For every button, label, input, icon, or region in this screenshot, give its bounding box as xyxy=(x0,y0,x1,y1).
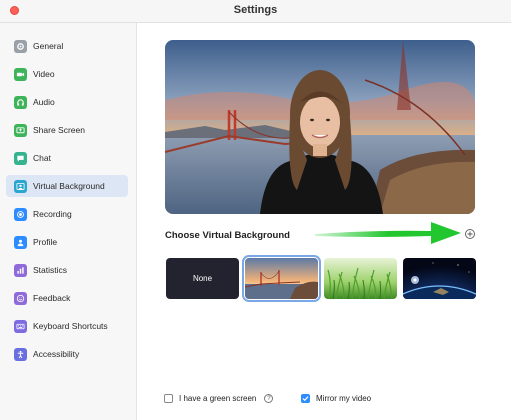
green-screen-checkbox[interactable] xyxy=(164,394,173,403)
arrow-annotation xyxy=(315,222,461,244)
mirror-video-checkbox[interactable] xyxy=(301,394,310,403)
record-icon xyxy=(14,207,27,221)
chat-bubble-icon xyxy=(14,151,27,165)
sidebar-item-label: Feedback xyxy=(33,293,71,303)
headphones-icon xyxy=(14,95,27,109)
video-preview xyxy=(165,40,475,214)
sidebar-item-label: Statistics xyxy=(33,265,68,275)
sidebar-item-recording[interactable]: Recording xyxy=(6,203,128,225)
accessibility-icon xyxy=(14,347,27,361)
thumbnail-none[interactable]: None xyxy=(166,258,239,299)
sidebar-item-label: Keyboard Shortcuts xyxy=(33,321,108,331)
title-bar: Settings xyxy=(0,0,511,23)
window-title: Settings xyxy=(233,4,278,16)
sidebar-item-accessibility[interactable]: Accessibility xyxy=(6,343,128,365)
help-icon[interactable]: ? xyxy=(264,394,274,403)
sidebar-item-video[interactable]: Video xyxy=(6,63,128,85)
feedback-smile-icon xyxy=(14,291,27,305)
sidebar-item-audio[interactable]: Audio xyxy=(6,91,128,113)
sidebar-item-label: Recording xyxy=(33,209,72,219)
profile-icon xyxy=(14,235,27,249)
sidebar-item-statistics[interactable]: Statistics xyxy=(6,259,128,281)
green-screen-option[interactable]: I have a green screen ? xyxy=(164,394,274,403)
video-camera-icon xyxy=(14,67,27,81)
person-background-icon xyxy=(14,179,27,193)
checkmark-icon xyxy=(302,396,309,402)
sidebar-item-keyboard-shortcuts[interactable]: Keyboard Shortcuts xyxy=(6,315,128,337)
sidebar-item-profile[interactable]: Profile xyxy=(6,231,128,253)
sidebar-item-label: Video xyxy=(33,69,55,79)
sidebar-item-label: Profile xyxy=(33,237,58,247)
thumbnail-grass[interactable] xyxy=(324,258,397,299)
thumbnail-earth-from-space[interactable] xyxy=(403,258,476,299)
mirror-video-label: Mirror my video xyxy=(316,394,372,403)
plus-circle-icon[interactable] xyxy=(465,229,475,239)
sidebar-item-virtual-background[interactable]: Virtual Background xyxy=(6,175,128,197)
green-screen-label: I have a green screen xyxy=(179,394,257,403)
statistics-icon xyxy=(14,263,27,277)
section-title: Choose Virtual Background xyxy=(165,230,290,241)
sidebar-item-share-screen[interactable]: Share Screen xyxy=(6,119,128,141)
sidebar-item-feedback[interactable]: Feedback xyxy=(6,287,128,309)
thumbnail-golden-gate-bridge[interactable] xyxy=(242,255,321,302)
sidebar-item-label: General xyxy=(33,41,64,51)
sidebar-item-chat[interactable]: Chat xyxy=(6,147,128,169)
thumbnail-label: None xyxy=(192,274,213,283)
mirror-video-option[interactable]: Mirror my video xyxy=(301,394,371,403)
main-panel: Choose Virtual Background None I have a … xyxy=(137,23,511,420)
sidebar-item-label: Audio xyxy=(33,97,55,107)
sidebar: General Video Audio Share Screen Chat Vi… xyxy=(0,23,137,420)
sidebar-item-label: Share Screen xyxy=(33,125,85,135)
sidebar-item-general[interactable]: General xyxy=(6,35,128,57)
sidebar-item-label: Accessibility xyxy=(33,349,80,359)
keyboard-icon xyxy=(14,319,27,333)
share-screen-icon xyxy=(14,123,27,137)
gear-icon xyxy=(14,39,27,53)
sidebar-item-label: Chat xyxy=(33,153,51,163)
sidebar-item-label: Virtual Background xyxy=(33,181,105,191)
